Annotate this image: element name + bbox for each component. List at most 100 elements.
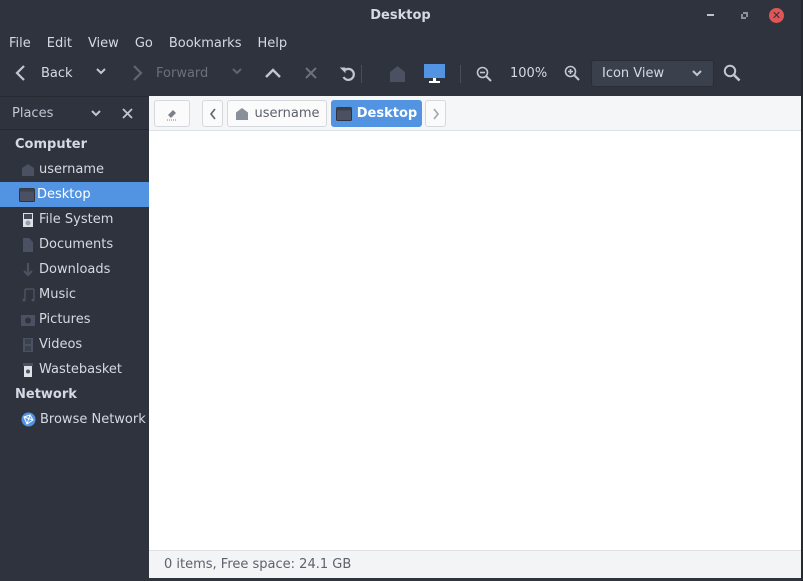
home-icon bbox=[22, 163, 34, 176]
section-computer: Computer bbox=[15, 137, 88, 152]
home-button[interactable] bbox=[389, 65, 406, 83]
path-bar: username Desktop bbox=[149, 96, 801, 131]
section-network: Network bbox=[15, 387, 77, 402]
sidebar-item-music[interactable]: Music bbox=[0, 282, 149, 307]
file-view[interactable]: username Desktop bbox=[149, 96, 801, 550]
desktop-icon bbox=[19, 187, 35, 202]
zoom-out-icon bbox=[476, 66, 492, 82]
sidebar-item-label: Documents bbox=[39, 237, 114, 252]
breadcrumb-label: username bbox=[254, 106, 320, 121]
sidebar-header: Places bbox=[0, 96, 149, 130]
desktop-icon bbox=[335, 106, 352, 121]
menu-help[interactable]: Help bbox=[257, 36, 287, 51]
status-text: 0 items, Free space: 24.1 GB bbox=[164, 557, 352, 572]
breadcrumb-desktop[interactable]: Desktop bbox=[331, 100, 422, 127]
back-label: Back bbox=[41, 65, 73, 81]
sidebar-item-documents[interactable]: Documents bbox=[0, 232, 149, 257]
minimize-button[interactable] bbox=[694, 6, 727, 24]
reload-button[interactable] bbox=[339, 65, 357, 83]
sidebar-close-button[interactable] bbox=[122, 108, 133, 123]
download-icon bbox=[23, 262, 33, 277]
maximize-button[interactable] bbox=[727, 6, 760, 24]
file-manager-window: Desktop ✕ File Edit View Go Bookmarks He… bbox=[0, 0, 803, 581]
sidebar-item-file-system[interactable]: File System bbox=[0, 207, 149, 232]
music-icon bbox=[22, 287, 35, 301]
maximize-icon bbox=[741, 12, 747, 18]
view-mode-value: Icon View bbox=[602, 66, 665, 81]
breadcrumb-username[interactable]: username bbox=[227, 100, 327, 127]
sidebar-item-label: Music bbox=[39, 287, 76, 302]
menu-edit[interactable]: Edit bbox=[47, 36, 72, 51]
back-history-dropdown[interactable] bbox=[95, 67, 107, 77]
zoom-out-button[interactable] bbox=[476, 66, 492, 82]
forward-label: Forward bbox=[156, 65, 209, 81]
menu-view[interactable]: View bbox=[88, 36, 119, 51]
forward-history-dropdown[interactable] bbox=[231, 67, 243, 77]
path-scroll-right-button[interactable] bbox=[425, 100, 446, 127]
menu-bar: File Edit View Go Bookmarks Help bbox=[0, 31, 303, 55]
close-icon: ✕ bbox=[769, 7, 784, 23]
up-button[interactable] bbox=[264, 66, 282, 80]
sidebar-item-label: Videos bbox=[39, 337, 83, 352]
camera-icon bbox=[21, 314, 35, 326]
home-icon bbox=[390, 66, 405, 82]
sidebar-item-browse-network[interactable]: Browse Network bbox=[0, 407, 149, 432]
minimize-icon bbox=[707, 14, 714, 16]
toolbar-separator bbox=[361, 65, 362, 83]
search-icon bbox=[723, 64, 741, 82]
chevron-down-icon bbox=[692, 69, 702, 76]
close-icon bbox=[122, 108, 133, 119]
chevron-up-icon bbox=[265, 68, 281, 78]
chevron-down-icon bbox=[96, 68, 106, 75]
search-button[interactable] bbox=[723, 64, 741, 82]
computer-button[interactable] bbox=[424, 64, 445, 84]
trash-icon bbox=[23, 362, 33, 377]
sidebar-item-pictures[interactable]: Pictures bbox=[0, 307, 149, 332]
toolbar-separator bbox=[460, 65, 461, 83]
computer-icon bbox=[424, 64, 445, 83]
chevron-left-icon bbox=[209, 108, 216, 119]
sidebar-item-videos[interactable]: Videos bbox=[0, 332, 149, 357]
toggle-location-entry-button[interactable] bbox=[154, 100, 190, 127]
chevron-right-icon bbox=[432, 108, 439, 119]
sidebar-item-label: Wastebasket bbox=[39, 362, 123, 377]
forward-button[interactable]: Forward bbox=[130, 64, 208, 82]
zoom-level: 100% bbox=[510, 66, 548, 81]
sidebar-item-downloads[interactable]: Downloads bbox=[0, 257, 149, 282]
sidebar-item-wastebasket[interactable]: Wastebasket bbox=[0, 357, 149, 382]
sidebar-item-desktop[interactable]: Desktop bbox=[0, 182, 149, 207]
sidebar-type-dropdown[interactable] bbox=[90, 108, 102, 123]
stop-button[interactable] bbox=[304, 66, 318, 80]
zoom-in-icon bbox=[564, 65, 580, 81]
sidebar-item-username[interactable]: username bbox=[0, 157, 149, 182]
path-scroll-left-button[interactable] bbox=[202, 100, 223, 127]
back-button[interactable]: Back bbox=[14, 64, 73, 82]
reload-icon bbox=[339, 67, 355, 81]
title-bar[interactable]: Desktop ✕ bbox=[0, 0, 801, 31]
breadcrumb-label: Desktop bbox=[356, 106, 418, 121]
close-button[interactable]: ✕ bbox=[760, 6, 793, 24]
sidebar-item-label: Pictures bbox=[39, 312, 91, 327]
sidebar-item-label: Desktop bbox=[37, 187, 91, 202]
window-controls: ✕ bbox=[694, 6, 793, 24]
places-sidebar: Places Computer username Desktop File Sy… bbox=[0, 96, 149, 581]
menu-go[interactable]: Go bbox=[135, 36, 153, 51]
sidebar-item-label: Downloads bbox=[39, 262, 111, 277]
menu-bookmarks[interactable]: Bookmarks bbox=[169, 36, 242, 51]
sidebar-title: Places bbox=[12, 105, 54, 121]
window-title: Desktop bbox=[370, 8, 431, 23]
network-icon bbox=[21, 412, 36, 427]
sidebar-item-label: Browse Network bbox=[40, 412, 146, 427]
stop-icon bbox=[305, 67, 317, 79]
zoom-in-button[interactable] bbox=[564, 65, 580, 81]
documents-icon bbox=[23, 237, 33, 252]
drive-icon bbox=[23, 212, 33, 227]
home-icon bbox=[235, 107, 248, 120]
menu-file[interactable]: File bbox=[9, 36, 31, 51]
view-mode-select[interactable]: Icon View bbox=[591, 60, 714, 87]
chevron-right-icon bbox=[133, 65, 143, 81]
video-icon bbox=[23, 337, 33, 352]
chevron-down-icon bbox=[232, 68, 242, 75]
sidebar-item-label: File System bbox=[39, 212, 114, 227]
status-bar: 0 items, Free space: 24.1 GB bbox=[149, 550, 801, 578]
